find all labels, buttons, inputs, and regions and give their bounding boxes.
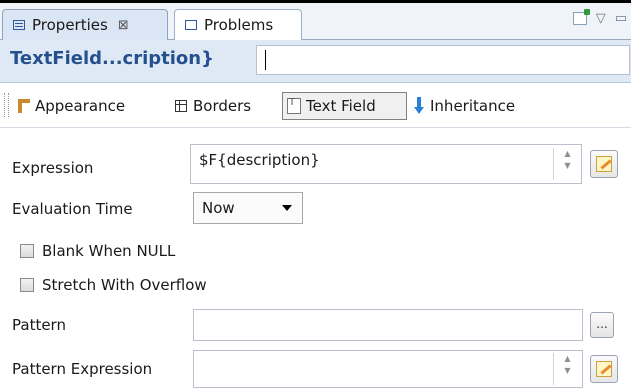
section-tab-label: Borders (193, 97, 252, 115)
tab-properties[interactable]: Properties ⊠ (2, 9, 168, 40)
section-tab-inheritance[interactable]: Inheritance (414, 92, 515, 120)
view-menu-icon[interactable]: ▽ (596, 11, 606, 26)
section-tab-label: Text Field (306, 97, 376, 115)
pattern-expression-spinner[interactable]: ▲ ▼ (553, 353, 581, 385)
text-field-icon (287, 97, 301, 114)
element-title-bar: TextField...cription} (0, 40, 631, 83)
text-caret (265, 50, 266, 70)
expression-editor-button[interactable] (590, 150, 618, 178)
evaluation-time-select[interactable]: Now (193, 192, 303, 224)
properties-icon (13, 20, 25, 30)
blank-when-null-checkbox[interactable] (20, 244, 34, 258)
section-tab-appearance[interactable]: Appearance (16, 92, 125, 120)
evaluation-time-label: Evaluation Time (12, 200, 133, 218)
pattern-expression-editor-button[interactable] (590, 355, 618, 383)
element-name-field[interactable] (256, 45, 630, 75)
pattern-expression-label: Pattern Expression (12, 360, 153, 378)
toolbar-grip[interactable] (4, 93, 9, 117)
tab-problems-label: Problems (204, 16, 274, 34)
section-tab-label: Inheritance (430, 97, 516, 115)
view-toolbar: ▽ ▭ (572, 9, 627, 26)
pattern-browse-button[interactable]: ... (590, 312, 614, 338)
expression-spinner[interactable]: ▲ ▼ (553, 148, 581, 180)
blank-when-null-option[interactable]: Blank When NULL (20, 242, 175, 260)
tab-properties-label: Properties (32, 16, 108, 34)
section-tab-borders[interactable]: Borders (175, 92, 251, 120)
text-field-properties-form: Expression $F{description} ▲ ▼ Evaluatio… (0, 128, 631, 391)
evaluation-time-value: Now (202, 199, 235, 217)
view-tab-bar: Properties ⊠ Problems ▽ ▭ (0, 3, 631, 40)
pencil-edit-icon (596, 361, 612, 377)
pencil-edit-icon (596, 156, 612, 172)
stretch-with-overflow-option[interactable]: Stretch With Overflow (20, 276, 207, 294)
pattern-field[interactable] (193, 309, 583, 341)
inheritance-icon (414, 97, 424, 115)
blank-when-null-label: Blank When NULL (42, 242, 176, 260)
chevron-up-icon[interactable]: ▲ (554, 353, 581, 365)
element-title: TextField...cription} (10, 48, 214, 69)
chevron-down-icon[interactable]: ▼ (554, 365, 581, 377)
borders-icon (175, 100, 187, 112)
expression-label: Expression (12, 159, 94, 177)
expression-value: $F{description} (199, 151, 320, 169)
section-tab-text-field[interactable]: Text Field (282, 92, 407, 120)
pattern-expression-field[interactable] (193, 350, 583, 388)
pin-view-icon[interactable] (572, 9, 590, 25)
chevron-up-icon[interactable]: ▲ (554, 148, 581, 160)
tab-problems[interactable]: Problems (174, 9, 302, 40)
close-icon[interactable]: ⊠ (118, 18, 129, 33)
dropdown-arrow-icon (282, 205, 292, 211)
section-tab-label: Appearance (35, 97, 126, 115)
problems-icon (185, 20, 197, 30)
minimize-icon[interactable]: ▭ (615, 11, 627, 26)
expression-field[interactable]: $F{description} (190, 144, 582, 184)
pattern-label: Pattern (12, 316, 66, 334)
stretch-with-overflow-label: Stretch With Overflow (42, 276, 207, 294)
appearance-icon (16, 99, 30, 113)
section-tabs-toolbar: Appearance Borders Text Field Inheritanc… (0, 83, 631, 128)
chevron-down-icon[interactable]: ▼ (554, 160, 581, 172)
stretch-with-overflow-checkbox[interactable] (20, 278, 34, 292)
